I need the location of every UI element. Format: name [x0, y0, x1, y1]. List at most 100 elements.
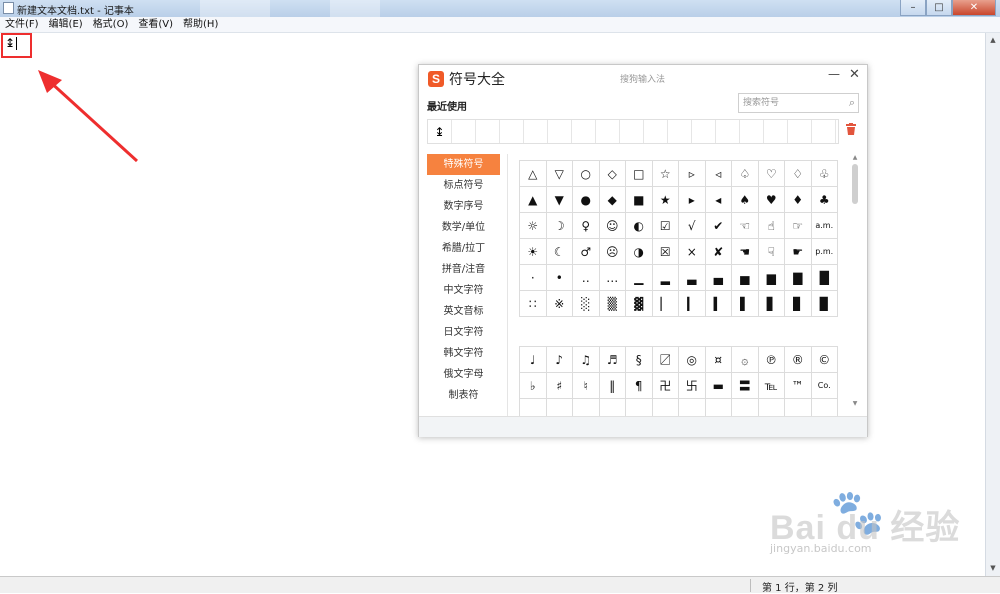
- symbol-cell[interactable]: 卐: [679, 373, 706, 399]
- symbol-cell[interactable]: [732, 399, 759, 416]
- symbol-cell[interactable]: [520, 399, 547, 416]
- symbol-cell[interactable]: ▸: [679, 187, 706, 213]
- category-item[interactable]: 英文音标: [427, 301, 500, 322]
- symbol-cell[interactable]: ◃: [705, 161, 732, 187]
- symbol-cell[interactable]: ●: [573, 187, 600, 213]
- symbol-cell[interactable]: •: [546, 265, 573, 291]
- symbol-cell[interactable]: [679, 399, 706, 416]
- recent-symbol-cell[interactable]: [812, 120, 836, 143]
- symbol-cell[interactable]: [600, 399, 626, 416]
- symbol-cell[interactable]: ∷: [520, 291, 547, 317]
- symbol-cell[interactable]: ▃: [679, 265, 706, 291]
- search-icon[interactable]: ⌕: [849, 96, 855, 110]
- symbol-cell[interactable]: ♡: [758, 161, 785, 187]
- symbol-cell[interactable]: 〓: [732, 373, 759, 399]
- symbol-cell[interactable]: ◑: [626, 239, 653, 265]
- recent-symbol-cell[interactable]: [452, 120, 476, 143]
- symbol-cell[interactable]: ♂: [573, 239, 600, 265]
- symbol-cell[interactable]: ▽: [546, 161, 573, 187]
- symbol-cell[interactable]: ▎: [679, 291, 706, 317]
- scroll-down-icon[interactable]: ▼: [986, 562, 1000, 574]
- vertical-scrollbar[interactable]: ▲ ▼: [985, 33, 1000, 576]
- symbol-cell[interactable]: ▋: [758, 291, 785, 317]
- category-item[interactable]: 特殊符号: [427, 154, 500, 175]
- symbol-cell[interactable]: [653, 399, 679, 416]
- panel-scroll-down-icon[interactable]: ▼: [851, 400, 859, 407]
- symbol-cell[interactable]: ▉: [811, 291, 838, 317]
- scroll-up-icon[interactable]: ▲: [986, 34, 1000, 46]
- symbol-cell[interactable]: ♮: [573, 373, 600, 399]
- symbol-cell[interactable]: ☜: [732, 213, 759, 239]
- symbol-cell[interactable]: ♧: [811, 161, 838, 187]
- symbol-cell[interactable]: [706, 399, 732, 416]
- symbol-cell[interactable]: ♤: [732, 161, 759, 187]
- symbol-cell[interactable]: ۞: [732, 347, 759, 373]
- symbol-cell[interactable]: ℗: [758, 347, 785, 373]
- symbol-cell[interactable]: ○: [573, 161, 600, 187]
- category-item[interactable]: 制表符: [427, 385, 500, 406]
- symbol-cell[interactable]: ♣: [811, 187, 838, 213]
- symbol-cell[interactable]: ♩: [520, 347, 547, 373]
- symbol-cell[interactable]: ◇: [599, 161, 626, 187]
- symbol-cell[interactable]: ▍: [705, 291, 732, 317]
- category-item[interactable]: 日文字符: [427, 322, 500, 343]
- symbol-cell[interactable]: ★: [652, 187, 679, 213]
- recent-symbol-cell[interactable]: [548, 120, 572, 143]
- symbol-cell[interactable]: [785, 399, 812, 416]
- symbol-cell[interactable]: ▁: [626, 265, 653, 291]
- symbol-cell[interactable]: Co.: [811, 373, 838, 399]
- symbol-cell[interactable]: ♯: [546, 373, 573, 399]
- symbol-cell[interactable]: ▇: [785, 265, 812, 291]
- symbol-cell[interactable]: ™: [785, 373, 812, 399]
- symbol-cell[interactable]: ©: [811, 347, 838, 373]
- symbol-cell[interactable]: ☀: [520, 239, 547, 265]
- symbol-cell[interactable]: 卍: [652, 373, 679, 399]
- symbol-cell[interactable]: □: [626, 161, 653, 187]
- recent-symbol-cell[interactable]: ↨: [428, 120, 452, 143]
- symbol-cell[interactable]: ☞: [785, 213, 812, 239]
- recent-symbol-cell[interactable]: [476, 120, 500, 143]
- trash-icon[interactable]: [846, 123, 856, 138]
- symbol-cell[interactable]: ◂: [705, 187, 732, 213]
- symbol-cell[interactable]: ☛: [785, 239, 812, 265]
- symbol-cell[interactable]: ▂: [652, 265, 679, 291]
- symbol-cell[interactable]: ◆: [599, 187, 626, 213]
- symbol-cell[interactable]: ¶: [626, 373, 653, 399]
- panel-minimize-icon[interactable]: —: [828, 67, 840, 81]
- recent-symbol-cell[interactable]: [596, 120, 620, 143]
- recent-symbol-cell[interactable]: [644, 120, 668, 143]
- symbol-cell[interactable]: ▆: [758, 265, 785, 291]
- symbol-cell[interactable]: ℡: [758, 373, 785, 399]
- symbol-cell[interactable]: △: [520, 161, 547, 187]
- recent-symbol-cell[interactable]: [500, 120, 524, 143]
- symbol-cell[interactable]: ☽: [546, 213, 573, 239]
- symbol-cell[interactable]: [547, 399, 573, 416]
- category-item[interactable]: 韩文字符: [427, 343, 500, 364]
- symbol-cell[interactable]: ▹: [679, 161, 706, 187]
- symbol-cell[interactable]: ▊: [785, 291, 812, 317]
- category-item[interactable]: 俄文字母: [427, 364, 500, 385]
- panel-scroll-up-icon[interactable]: ▲: [851, 154, 859, 161]
- symbol-cell[interactable]: 〼: [652, 347, 679, 373]
- panel-scroll-thumb[interactable]: [852, 164, 858, 204]
- symbol-cell[interactable]: a.m.: [811, 213, 838, 239]
- symbol-cell[interactable]: ☆: [652, 161, 679, 187]
- category-item[interactable]: 标点符号: [427, 175, 500, 196]
- symbol-cell[interactable]: ▓: [626, 291, 653, 317]
- symbol-cell[interactable]: ☚: [732, 239, 759, 265]
- category-item[interactable]: 希腊/拉丁: [427, 238, 500, 259]
- symbol-cell[interactable]: ▅: [732, 265, 759, 291]
- symbol-cell[interactable]: ◎: [679, 347, 706, 373]
- category-item[interactable]: 中文字符: [427, 280, 500, 301]
- symbol-cell[interactable]: ◐: [626, 213, 653, 239]
- symbol-cell[interactable]: ×: [679, 239, 706, 265]
- category-item[interactable]: 拼音/注音: [427, 259, 500, 280]
- symbol-cell[interactable]: ▬: [705, 373, 732, 399]
- recent-symbol-cell[interactable]: [788, 120, 812, 143]
- recent-symbol-cell[interactable]: [572, 120, 596, 143]
- symbol-cell[interactable]: ®: [785, 347, 812, 373]
- symbol-cell[interactable]: ♥: [758, 187, 785, 213]
- symbol-cell[interactable]: ※: [546, 291, 573, 317]
- symbol-cell[interactable]: ☝: [758, 213, 785, 239]
- symbol-cell[interactable]: ·: [520, 265, 547, 291]
